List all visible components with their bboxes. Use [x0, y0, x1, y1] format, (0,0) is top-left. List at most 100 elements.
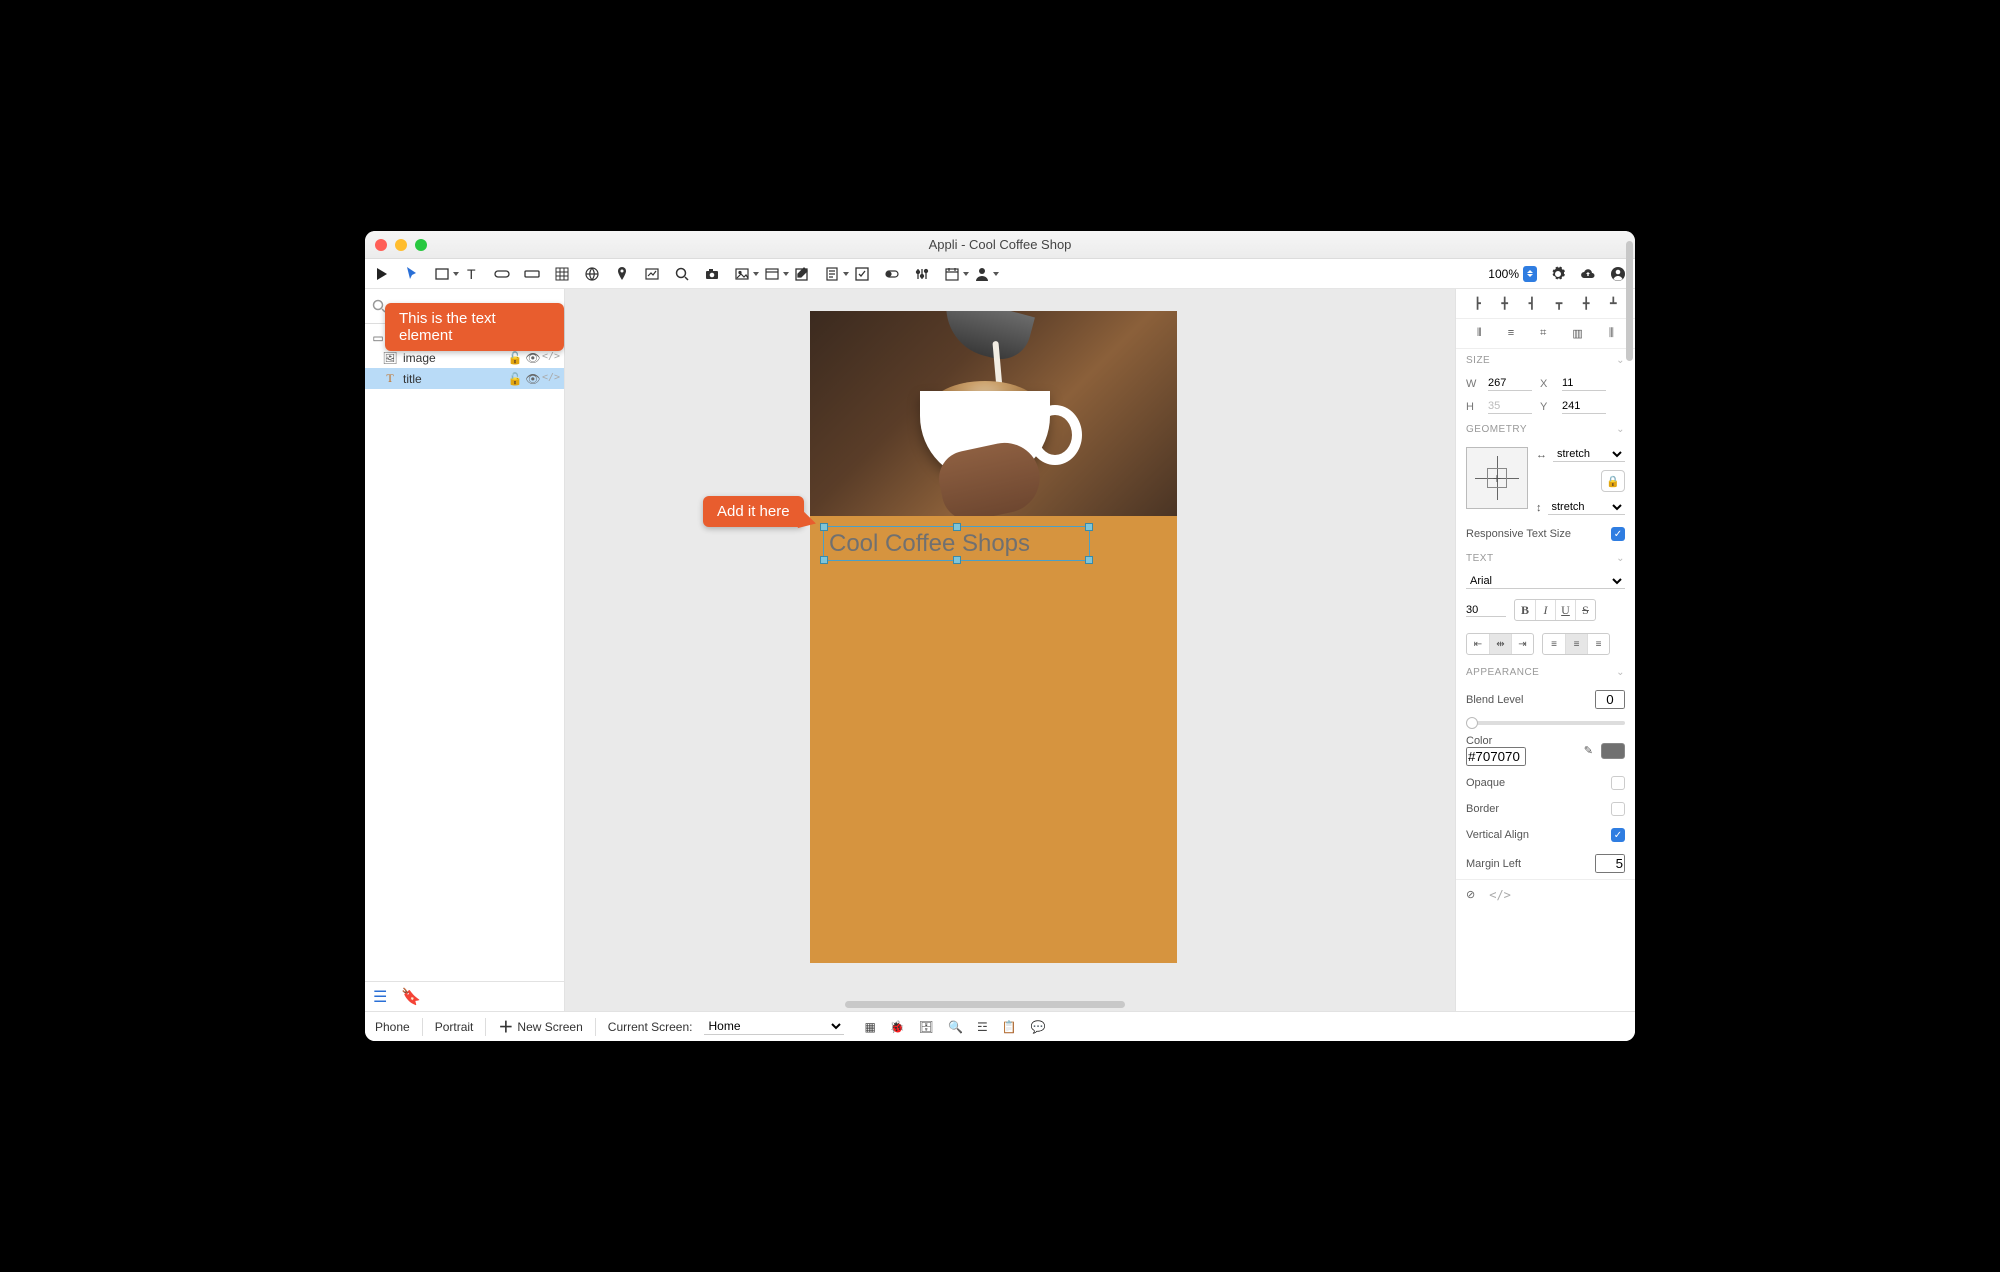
distribute-center-icon[interactable]: ⌗ — [1540, 327, 1546, 340]
form-tool-icon[interactable] — [823, 265, 841, 283]
text-align-left-button[interactable]: ≡ — [1543, 634, 1565, 654]
resize-handle-s[interactable] — [953, 556, 961, 564]
input-tool-icon[interactable] — [523, 265, 541, 283]
horizontal-scrollbar[interactable] — [845, 1001, 1125, 1008]
new-screen-button[interactable]: ＋New Screen — [498, 1016, 582, 1037]
chat-icon[interactable]: 💬 — [1031, 1020, 1046, 1034]
zoom-control[interactable]: 100% — [1488, 266, 1537, 282]
anchor-selector[interactable]: + — [1466, 447, 1528, 509]
clipboard-icon[interactable]: 📋 — [1002, 1020, 1017, 1034]
search-icon[interactable] — [673, 265, 691, 283]
unlock-icon[interactable]: 🔓 — [508, 351, 522, 365]
wrap-char-button[interactable]: ⇥ — [1511, 634, 1533, 654]
rect-tool-icon[interactable] — [433, 265, 451, 283]
layer-image[interactable]: 🖼 image 🔓 👁 </> — [365, 348, 564, 368]
distribute-v-icon[interactable]: ≡ — [1508, 327, 1514, 340]
wrap-none-button[interactable]: ⇤ — [1467, 634, 1489, 654]
color-swatch[interactable] — [1601, 743, 1625, 759]
blend-value-input[interactable] — [1595, 690, 1625, 709]
edit-icon[interactable] — [793, 265, 811, 283]
wrap-word-button[interactable]: ⇹ — [1489, 634, 1511, 654]
border-checkbox[interactable] — [1611, 802, 1625, 816]
image-tool-icon[interactable] — [733, 265, 751, 283]
grid-tool-icon[interactable] — [553, 265, 571, 283]
distribute-gap-icon[interactable]: ⫼ — [1609, 327, 1614, 340]
layer-title[interactable]: T title 🔓 👁 </> — [365, 368, 564, 389]
section-size[interactable]: SIZE⌄ — [1456, 349, 1635, 372]
height-input[interactable] — [1488, 399, 1532, 414]
bold-button[interactable]: B — [1515, 600, 1535, 620]
eye-icon[interactable]: 👁 — [526, 351, 540, 365]
gear-icon[interactable] — [1549, 265, 1567, 283]
globe-icon[interactable] — [583, 265, 601, 283]
font-select[interactable]: Arial — [1466, 574, 1625, 589]
phone-canvas[interactable]: Cool Coffee Shops — [810, 311, 1177, 963]
section-geometry[interactable]: GEOMETRY⌄ — [1456, 418, 1635, 441]
align-top-icon[interactable]: ┳ — [1556, 297, 1563, 310]
title-text-element[interactable]: Cool Coffee Shops — [823, 526, 1090, 561]
align-bottom-icon[interactable]: ┻ — [1610, 297, 1617, 310]
list-icon[interactable]: ☲ — [977, 1020, 988, 1034]
apps-icon[interactable]: ▦ — [864, 1020, 875, 1034]
section-appearance[interactable]: APPEARANCE⌄ — [1456, 661, 1635, 684]
card-tool-icon[interactable] — [763, 265, 781, 283]
align-middle-icon[interactable]: ╋ — [1583, 297, 1590, 310]
resize-handle-ne[interactable] — [1085, 523, 1093, 531]
font-size-input[interactable] — [1466, 604, 1506, 617]
list-view-icon[interactable]: ☰ — [373, 987, 387, 1007]
strike-button[interactable]: S — [1575, 600, 1595, 620]
maximize-window-button[interactable] — [415, 239, 427, 251]
align-left-icon[interactable]: ┣ — [1474, 297, 1481, 310]
code-icon[interactable]: </> — [544, 351, 558, 365]
margin-left-input[interactable] — [1595, 854, 1625, 873]
section-text[interactable]: TEXT⌄ — [1456, 547, 1635, 570]
resize-handle-sw[interactable] — [820, 556, 828, 564]
italic-button[interactable]: I — [1535, 600, 1555, 620]
eye-icon[interactable]: 👁 — [526, 372, 540, 386]
button-tool-icon[interactable] — [493, 265, 511, 283]
distribute-h-icon[interactable]: ⫴ — [1477, 327, 1482, 340]
vertical-scrollbar[interactable] — [1626, 289, 1633, 361]
text-tool-icon[interactable]: T — [463, 265, 481, 283]
blend-slider[interactable] — [1466, 721, 1625, 725]
image-element[interactable] — [810, 311, 1177, 516]
code-icon[interactable]: </> — [1489, 888, 1511, 902]
stretch-h-select[interactable]: stretch — [1553, 447, 1625, 462]
slider-thumb[interactable] — [1466, 717, 1478, 729]
canvas[interactable]: Cool Coffee Shops Add it here — [565, 289, 1455, 1011]
distribute-space-icon[interactable]: ▥ — [1572, 327, 1582, 340]
underline-button[interactable]: U — [1555, 600, 1575, 620]
pointer-icon[interactable] — [403, 265, 421, 283]
bug-icon[interactable]: 🐞 — [890, 1020, 905, 1034]
cloud-upload-icon[interactable] — [1579, 265, 1597, 283]
account-icon[interactable] — [1609, 265, 1627, 283]
resize-handle-n[interactable] — [953, 523, 961, 531]
width-input[interactable] — [1488, 376, 1532, 391]
close-window-button[interactable] — [375, 239, 387, 251]
align-center-h-icon[interactable]: ╋ — [1501, 297, 1508, 310]
code-icon[interactable]: </> — [544, 372, 558, 386]
user-icon[interactable] — [973, 265, 991, 283]
y-input[interactable] — [1562, 399, 1606, 414]
stretch-v-select[interactable]: stretch — [1548, 500, 1626, 515]
eyedropper-icon[interactable]: ✎ — [1584, 744, 1593, 757]
text-align-center-button[interactable]: ≡ — [1565, 634, 1587, 654]
unlock-icon[interactable]: 🔓 — [508, 372, 522, 386]
play-icon[interactable] — [373, 265, 391, 283]
valign-checkbox[interactable]: ✓ — [1611, 828, 1625, 842]
color-hex-input[interactable] — [1466, 747, 1526, 766]
camera-icon[interactable] — [703, 265, 721, 283]
prohibit-icon[interactable]: ⊘ — [1466, 888, 1475, 902]
current-screen-select[interactable]: Home — [704, 1018, 844, 1035]
resize-handle-nw[interactable] — [820, 523, 828, 531]
minimize-window-button[interactable] — [395, 239, 407, 251]
anchor-center[interactable]: + — [1487, 468, 1507, 488]
opaque-checkbox[interactable] — [1611, 776, 1625, 790]
toggle-icon[interactable] — [883, 265, 901, 283]
device-label[interactable]: Phone — [375, 1020, 410, 1034]
responsive-text-checkbox[interactable]: ✓ — [1611, 527, 1625, 541]
orientation-label[interactable]: Portrait — [435, 1020, 474, 1034]
pin-icon[interactable] — [613, 265, 631, 283]
checkbox-icon[interactable] — [853, 265, 871, 283]
calendar-icon[interactable] — [943, 265, 961, 283]
